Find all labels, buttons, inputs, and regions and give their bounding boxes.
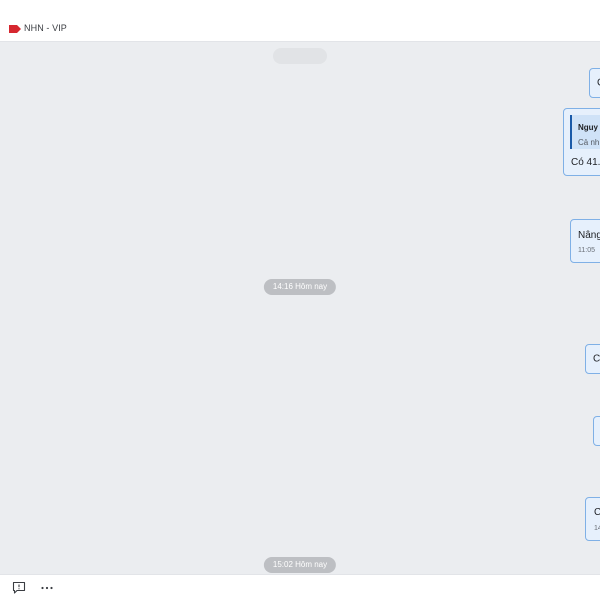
message-bubble[interactable] xyxy=(593,416,600,446)
message-text: C xyxy=(593,353,600,365)
composer-toolbar xyxy=(0,574,600,600)
more-options-button[interactable] xyxy=(39,580,55,596)
message-bubble[interactable]: C xyxy=(589,68,600,98)
message-text: C xyxy=(594,507,600,518)
message-time: 11:05 xyxy=(578,247,595,254)
message-text: Nâng xyxy=(578,230,600,241)
chat-window: NHN - VIP C Nguy Cả nh Có 41.x Nâng 11:0… xyxy=(0,0,600,600)
message-time: 14 xyxy=(594,525,600,532)
conversation-header: NHN - VIP xyxy=(0,0,600,42)
label-tag-icon xyxy=(9,25,21,33)
quoted-message[interactable]: Nguy Cả nh xyxy=(570,115,600,149)
more-icon xyxy=(41,586,53,590)
message-bubble[interactable]: Nâng 11:05 xyxy=(570,219,600,263)
new-message-button[interactable] xyxy=(11,580,27,596)
message-bubble[interactable]: C xyxy=(585,344,600,374)
quoted-text: Cả nh xyxy=(578,138,600,147)
message-bubble-quoted[interactable]: Nguy Cả nh Có 41.x xyxy=(563,108,600,176)
time-separator-hidden xyxy=(273,48,327,64)
new-message-icon xyxy=(12,581,26,594)
time-separator: 14:16 Hôm nay xyxy=(263,279,337,295)
message-text: Có 41.x xyxy=(571,157,600,168)
message-list[interactable]: C Nguy Cả nh Có 41.x Nâng 11:05 14:16 Hô… xyxy=(0,42,600,574)
message-bubble[interactable]: C 14 xyxy=(585,497,600,541)
conversation-title[interactable]: NHN - VIP xyxy=(24,23,67,33)
quoted-sender-name: Nguy xyxy=(578,123,598,132)
time-separator: 15:02 Hôm nay xyxy=(263,557,337,573)
